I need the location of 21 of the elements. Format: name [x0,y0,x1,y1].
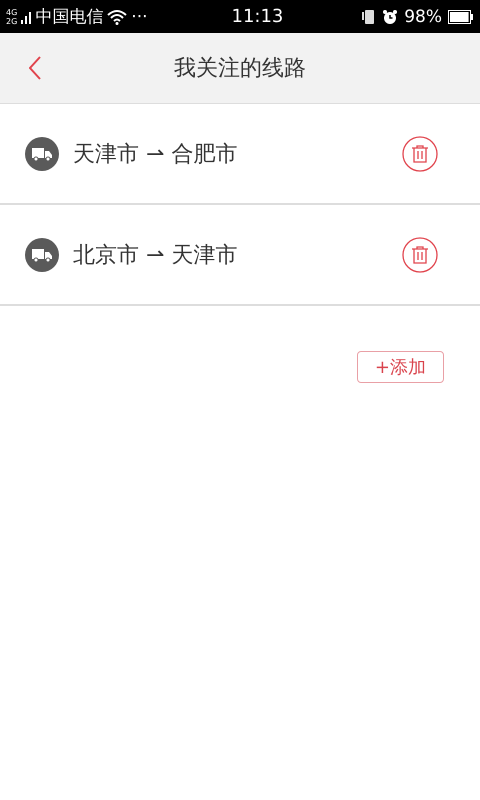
route-text: 北京市 ⇀ 天津市 [73,242,238,270]
truck-icon [25,238,59,272]
phone-icon [362,8,376,24]
delete-icon[interactable] [402,136,438,172]
add-button[interactable]: +添加 [356,351,444,383]
alarm-icon [382,8,398,24]
network-type: 4G 2G [6,8,18,26]
carrier-name: 中国电信 [35,6,104,28]
route-text: 天津市 ⇀ 合肥市 [73,140,238,168]
route-row[interactable]: 北京市 ⇀ 天津市 [0,205,480,306]
delete-icon[interactable] [402,236,438,272]
back-icon[interactable] [29,56,41,80]
route-row[interactable]: 天津市 ⇀ 合肥市 [0,104,480,205]
more-indicator: ··· [131,6,148,26]
battery-percent: 98% [404,6,442,26]
wifi-icon [107,8,128,24]
clock-time: 11:13 [232,6,284,27]
battery-icon [448,10,474,24]
signal-icon [21,10,32,24]
page-title: 我关注的线路 [173,55,307,83]
truck-icon [25,136,59,170]
